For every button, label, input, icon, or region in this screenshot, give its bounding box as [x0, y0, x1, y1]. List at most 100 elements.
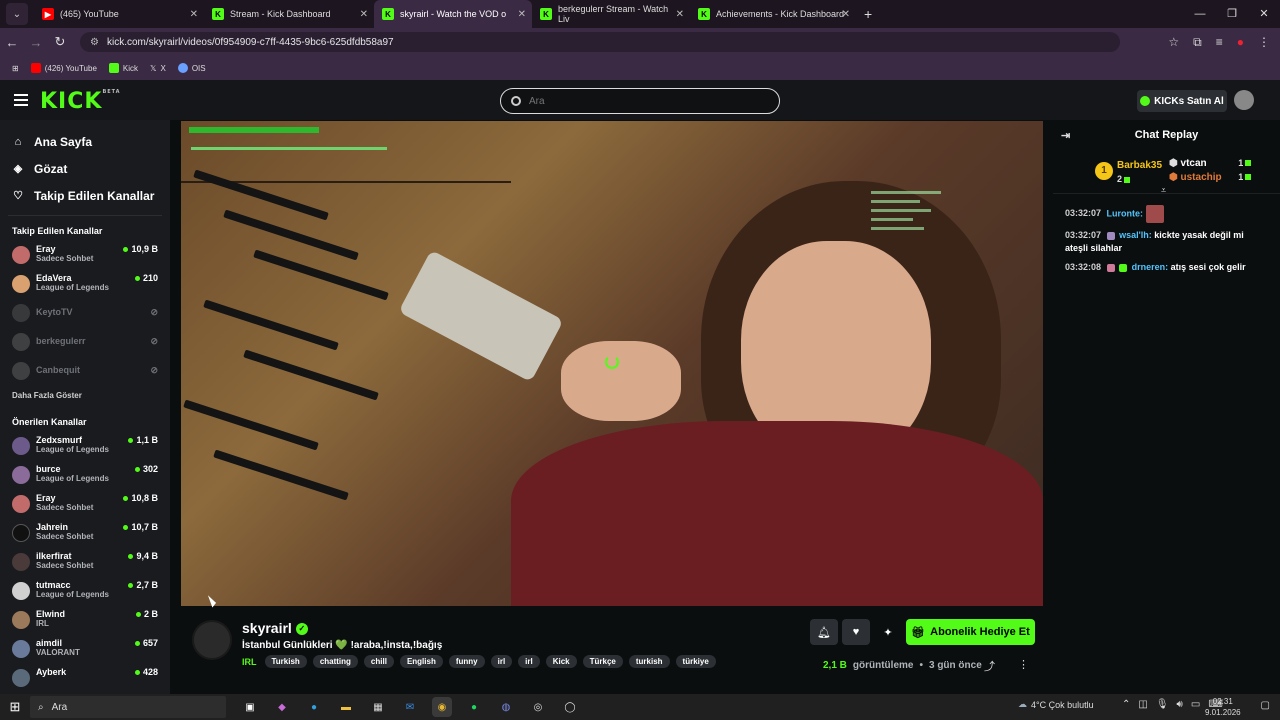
copilot-icon[interactable]: ◆: [272, 697, 292, 717]
network-icon[interactable]: ◫: [1138, 699, 1147, 710]
user-avatar[interactable]: [1234, 90, 1254, 110]
tab-achievements[interactable]: K Achievements - Kick Dashboard ✕: [690, 0, 856, 28]
leaderboard-top-user[interactable]: Barbak35: [1117, 160, 1162, 171]
start-menu-icon[interactable]: ⊞: [0, 699, 30, 715]
nav-browse[interactable]: ◈ Gözat: [0, 155, 170, 182]
tag[interactable]: türkiye: [675, 655, 716, 668]
channel-edavera[interactable]: EdaVera League of Legends 210: [0, 269, 170, 298]
tag[interactable]: Türkçe: [582, 655, 623, 668]
leaderboard-row[interactable]: ⬢ vtcan 1: [1169, 158, 1252, 169]
spotify-icon[interactable]: ●: [464, 697, 484, 717]
media-icon[interactable]: ≡: [1216, 35, 1223, 50]
notification-bell-button[interactable]: 🔔︎: [810, 619, 838, 645]
reload-icon[interactable]: ↻: [48, 34, 72, 50]
steam-icon[interactable]: ◎: [528, 697, 548, 717]
mail-icon[interactable]: ✉: [400, 697, 420, 717]
search-bar[interactable]: [500, 88, 780, 114]
channel-eray[interactable]: Eray Sadece Sohbet 10,9 B: [0, 240, 170, 269]
tag[interactable]: turkish: [628, 655, 670, 668]
channel-ilkerfirat[interactable]: ilkerfirat Sadece Sohbet 9,4 B: [0, 547, 170, 576]
close-icon[interactable]: ✕: [190, 9, 198, 20]
channel-canbequit[interactable]: Canbequit ⊘: [0, 356, 170, 385]
tag[interactable]: irl: [490, 655, 513, 668]
back-icon[interactable]: ←: [0, 35, 24, 50]
forward-icon[interactable]: →: [24, 35, 48, 50]
site-info-icon[interactable]: ⚙: [90, 37, 99, 48]
volume-icon[interactable]: 🔊︎: [1177, 699, 1183, 710]
channel-ayberk[interactable]: Ayberk 428: [0, 663, 170, 692]
chrome-icon[interactable]: ◉: [432, 697, 452, 717]
close-icon[interactable]: ✕: [842, 9, 850, 20]
clock[interactable]: 02:31 9.01.2026: [1205, 696, 1241, 718]
nav-following[interactable]: ♡ Takip Edilen Kanallar: [0, 182, 170, 209]
microphone-icon[interactable]: 🎙︎: [1156, 699, 1169, 710]
taskbar-search[interactable]: ⌕ Ara: [30, 696, 226, 718]
tag[interactable]: funny: [448, 655, 485, 668]
tag[interactable]: English: [399, 655, 443, 668]
channel-berkegulerr[interactable]: berkegulerr ⊘: [0, 327, 170, 356]
task-view-icon[interactable]: ▣: [240, 697, 260, 717]
video-player[interactable]: [181, 121, 1043, 606]
search-input[interactable]: [529, 95, 749, 107]
apps-icon[interactable]: ⊞: [12, 64, 19, 73]
bookmark-star-icon[interactable]: ☆: [1168, 35, 1179, 50]
weather-widget[interactable]: ☁ 4°C Çok bulutlu: [1018, 699, 1094, 710]
streamer-name[interactable]: skyrairl: [242, 620, 292, 636]
gift-sub-button[interactable]: 🎁︎ Abonelik Hediye Et: [906, 619, 1035, 645]
store-icon[interactable]: ▦: [368, 697, 388, 717]
new-tab-button[interactable]: +: [856, 0, 880, 28]
close-window-icon[interactable]: ✕: [1248, 0, 1280, 28]
menu-icon[interactable]: ⋮: [1258, 35, 1270, 50]
edge-icon[interactable]: ●: [304, 697, 324, 717]
leaderboard-row[interactable]: ⬢ ustachip 1: [1169, 172, 1252, 183]
close-icon[interactable]: ✕: [676, 9, 684, 20]
sparkle-button[interactable]: ✦: [874, 619, 902, 645]
obs-icon[interactable]: ◯: [560, 697, 580, 717]
extensions-icon[interactable]: ⧉: [1193, 35, 1202, 50]
chevron-up-icon[interactable]: ⌃: [1122, 699, 1130, 710]
expand-leaderboard-icon[interactable]: ⩡: [1161, 185, 1166, 196]
nav-home[interactable]: ⌂ Ana Sayfa: [0, 128, 170, 155]
tab-search-icon[interactable]: ⌄: [6, 3, 28, 25]
close-icon[interactable]: ✕: [518, 9, 526, 20]
kick-logo[interactable]: KICKBETA: [40, 89, 121, 114]
collapse-chat-icon[interactable]: ⇥: [1061, 129, 1070, 142]
tag[interactable]: chatting: [312, 655, 358, 668]
channel-burce[interactable]: burce League of Legends 302: [0, 460, 170, 489]
more-options-icon[interactable]: ⋮: [1018, 658, 1029, 671]
share-icon[interactable]: ⤴: [984, 658, 995, 674]
notifications-icon[interactable]: ▢: [1261, 700, 1270, 711]
streamer-avatar[interactable]: [192, 620, 232, 660]
channel-keytotv[interactable]: KeytoTV ⊘: [0, 298, 170, 327]
tab-kick-dashboard[interactable]: K Stream - Kick Dashboard ✕: [204, 0, 374, 28]
bookmark-ois[interactable]: OIS: [177, 63, 206, 73]
tag[interactable]: chill: [363, 655, 394, 668]
menu-hamburger-icon[interactable]: [14, 94, 28, 106]
channel-zedxsmurf[interactable]: Zedxsmurf League of Legends 1,1 B: [0, 431, 170, 460]
channel-eray-rec[interactable]: Eray Sadece Sohbet 10,8 B: [0, 489, 170, 518]
channel-elwind[interactable]: Elwind IRL 2 B: [0, 605, 170, 634]
url-field[interactable]: ⚙ kick.com/skyrairl/videos/0f954909-c7ff…: [80, 32, 1120, 52]
bookmark-x[interactable]: 𝕏X: [150, 64, 166, 73]
buy-kicks-button[interactable]: KICKs Satın Al: [1137, 90, 1227, 112]
minimize-icon[interactable]: —: [1184, 0, 1216, 28]
tag[interactable]: Turkish: [264, 655, 307, 668]
follow-button[interactable]: ♥: [842, 619, 870, 645]
discord-icon[interactable]: ◍: [496, 697, 516, 717]
battery-icon[interactable]: ▭: [1191, 699, 1200, 710]
close-icon[interactable]: ✕: [360, 9, 368, 20]
channel-tutmacc[interactable]: tutmacc League of Legends 2,7 B: [0, 576, 170, 605]
tab-youtube[interactable]: ▶ (465) YouTube ✕: [34, 0, 204, 28]
tag[interactable]: irl: [518, 655, 540, 668]
file-explorer-icon[interactable]: ▬: [336, 697, 356, 717]
tab-berkegulerr[interactable]: K berkegulerr Stream - Watch Liv ✕: [532, 0, 690, 28]
channel-jahrein[interactable]: Jahrein Sadece Sohbet 10,7 B: [0, 518, 170, 547]
channel-aimdil[interactable]: aimdil VALORANT 657: [0, 634, 170, 663]
category-link[interactable]: IRL: [242, 657, 257, 667]
profile-icon[interactable]: ●: [1237, 35, 1244, 50]
tag[interactable]: Kick: [545, 655, 577, 668]
show-more-link[interactable]: Daha Fazla Göster: [0, 385, 170, 407]
bookmark-kick[interactable]: Kick: [108, 63, 138, 73]
tab-skyrairl-vod[interactable]: K skyrairl - Watch the VOD o ✕: [374, 0, 532, 28]
bookmark-youtube[interactable]: (426) YouTube: [30, 63, 97, 73]
